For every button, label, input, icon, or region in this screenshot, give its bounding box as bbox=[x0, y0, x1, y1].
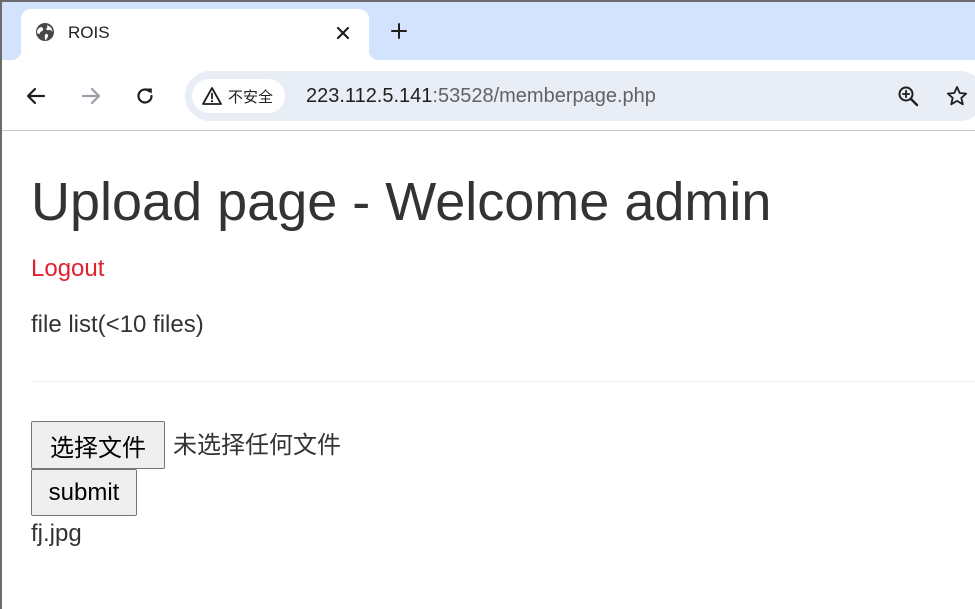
browser-toolbar: 不安全 223.112.5.141:53528/memberpage.php bbox=[2, 60, 975, 131]
address-bar[interactable]: 不安全 223.112.5.141:53528/memberpage.php bbox=[185, 71, 975, 121]
warning-triangle-icon bbox=[202, 86, 222, 106]
reload-icon[interactable] bbox=[133, 84, 157, 108]
no-file-chosen-text: 未选择任何文件 bbox=[173, 431, 341, 459]
tab-title: ROIS bbox=[68, 23, 110, 42]
arrow-right-icon[interactable] bbox=[79, 84, 103, 108]
file-list-label: file list(<10 files) bbox=[31, 311, 204, 338]
page-title: Upload page - Welcome admin bbox=[31, 172, 772, 232]
security-chip[interactable]: 不安全 bbox=[192, 79, 286, 113]
star-icon[interactable] bbox=[945, 84, 969, 108]
file-list-item: fj.jpg bbox=[31, 520, 82, 547]
plus-icon[interactable] bbox=[388, 20, 410, 42]
url-path: :53528/memberpage.php bbox=[432, 85, 656, 107]
globe-icon bbox=[35, 22, 55, 42]
browser-window: ROIS 不安全 223.112.5.141:53528/memberpage.… bbox=[0, 0, 975, 609]
page-content: Upload page - Welcome admin Logout file … bbox=[2, 131, 975, 609]
logout-link[interactable]: Logout bbox=[31, 255, 104, 283]
url-text[interactable]: 223.112.5.141:53528/memberpage.php bbox=[306, 84, 656, 108]
divider bbox=[31, 381, 975, 382]
tab-strip: ROIS bbox=[2, 2, 975, 60]
close-icon[interactable] bbox=[333, 23, 353, 43]
url-host: 223.112.5.141 bbox=[306, 85, 433, 107]
choose-file-button[interactable]: 选择文件 bbox=[31, 421, 165, 469]
browser-tab[interactable]: ROIS bbox=[11, 9, 379, 60]
security-label: 不安全 bbox=[228, 87, 274, 106]
arrow-left-icon[interactable] bbox=[24, 84, 48, 108]
zoom-in-icon[interactable] bbox=[896, 84, 920, 108]
submit-button[interactable]: submit bbox=[31, 469, 137, 516]
